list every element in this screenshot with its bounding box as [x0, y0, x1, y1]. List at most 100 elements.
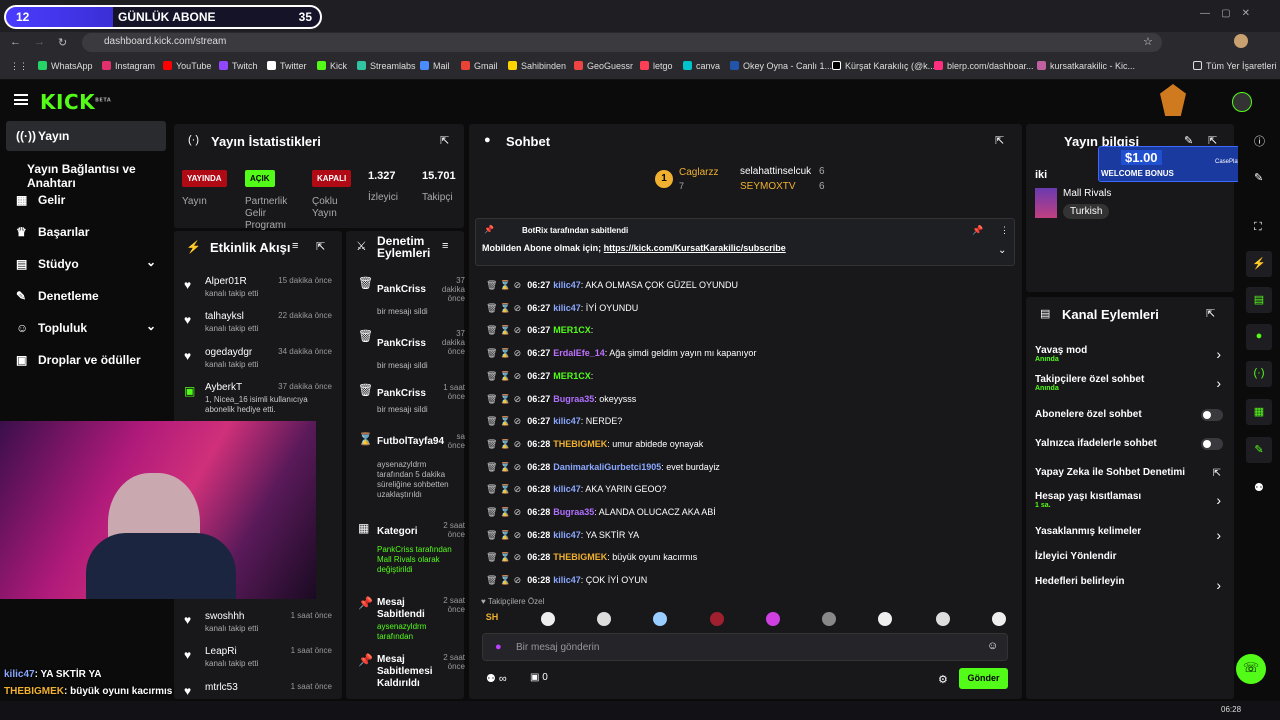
all-bookmarks[interactable]: Tüm Yer İşaretleri — [1193, 61, 1277, 71]
chat-icon[interactable]: ● — [1246, 324, 1272, 350]
bookmark-5[interactable]: Kick — [317, 61, 347, 71]
message-user[interactable]: kilic47 — [553, 416, 581, 426]
unpin-icon[interactable]: 📌 — [972, 225, 983, 236]
gear-icon[interactable]: ⚙ — [938, 673, 948, 686]
sidebar-item-basarilar[interactable]: ♛ Başarılar — [6, 217, 166, 247]
emote[interactable]: SH — [485, 612, 499, 626]
expand-icon[interactable]: ⛶ — [1254, 221, 1262, 234]
channel-action-item[interactable]: Takipçilere özel sohbet Anında › — [1035, 374, 1225, 392]
bookmark-11[interactable]: letgo — [640, 61, 673, 71]
channel-icon[interactable]: ▦ — [1246, 399, 1272, 425]
user-avatar[interactable] — [1232, 92, 1252, 112]
filter-icon[interactable]: ≡ — [292, 240, 298, 252]
menu-icon[interactable] — [14, 94, 28, 105]
bookmark-10[interactable]: GeoGuessr — [574, 61, 633, 71]
star-icon[interactable]: ☆ — [1143, 35, 1153, 48]
popout-icon[interactable]: ⇱ — [995, 134, 1004, 147]
sidebar-item-droplar[interactable]: ▣ Droplar ve ödüller — [6, 345, 166, 375]
filter-icon[interactable]: ≡ — [442, 240, 448, 252]
message-user[interactable]: kilic47 — [553, 484, 581, 494]
kick-logo[interactable]: KICKBETA — [40, 90, 111, 114]
message-user[interactable]: ErdalEfe_14 — [553, 348, 605, 358]
sidebar-item-gelir[interactable]: ▦ Gelir — [6, 185, 166, 215]
sidebar-item-topluluk[interactable]: ☺ Topluluk ⌄ — [6, 313, 166, 343]
sidebar-item-stream-key[interactable]: Yayın Bağlantısı ve Anahtarı — [6, 154, 166, 190]
message-user[interactable]: kilic47 — [553, 303, 581, 313]
more-icon[interactable]: ⋮ — [1000, 225, 1009, 236]
bookmark-4[interactable]: Twitter — [267, 61, 307, 71]
bookmark-6[interactable]: Streamlabs — [357, 61, 416, 71]
mod-action-icons[interactable]: 🗑 ⌛ ⊘ — [486, 280, 521, 290]
message-user[interactable]: Bugraa35 — [553, 394, 594, 404]
address-bar[interactable]: dashboard.kick.com/stream — [82, 33, 1162, 52]
category-name[interactable]: Mall Rivals — [1063, 188, 1111, 199]
profile-avatar[interactable] — [1234, 34, 1248, 48]
emote[interactable] — [710, 612, 724, 626]
forward-icon[interactable]: → — [34, 36, 45, 48]
bookmark-7[interactable]: Mail — [420, 61, 450, 71]
message-user[interactable]: THEBIGMEK — [553, 552, 607, 562]
mod-action-icons[interactable]: 🗑 ⌛ ⊘ — [486, 575, 521, 585]
bookmark-16[interactable]: kursatkarakilic - Kic... — [1037, 61, 1135, 71]
bookmark-9[interactable]: Sahibinden — [508, 61, 566, 71]
edit-icon[interactable]: ✎ — [1254, 171, 1263, 184]
bookmark-15[interactable]: blerp.com/dashboar... — [934, 61, 1034, 71]
bookmark-14[interactable]: Kürşat Karakılıç (@k... — [832, 61, 935, 71]
file-icon[interactable]: ▤ — [1246, 287, 1272, 313]
popout-icon[interactable]: ⇱ — [440, 134, 449, 147]
reload-icon[interactable]: ↻ — [58, 36, 67, 49]
emote[interactable] — [878, 612, 892, 626]
channel-action-item[interactable]: Yavaş mod Anında › — [1035, 345, 1225, 363]
message-user[interactable]: Bugraa35 — [553, 507, 594, 517]
mod-action-icons[interactable]: 🗑 ⌛ ⊘ — [486, 439, 521, 449]
info-icon[interactable]: ⓘ — [1254, 133, 1265, 149]
community-icon[interactable]: ⚉ ∞ — [486, 672, 507, 685]
mod-action-icons[interactable]: 🗑 ⌛ ⊘ — [486, 394, 521, 404]
mod-action-icons[interactable]: 🗑 ⌛ ⊘ — [486, 507, 521, 517]
channel-action-item[interactable]: İzleyici Yönlendir — [1035, 551, 1225, 562]
bookmark-1[interactable]: Instagram — [102, 61, 155, 71]
mic-icon[interactable]: ● — [495, 641, 502, 653]
subscribe-link[interactable]: https://kick.com/KursatKarakilic/subscri… — [604, 243, 786, 253]
message-user[interactable]: kilic47 — [553, 280, 581, 290]
mod-action-icons[interactable]: 🗑 ⌛ ⊘ — [486, 371, 521, 381]
mod-action-icons[interactable]: 🗑 ⌛ ⊘ — [486, 530, 521, 540]
bolt-icon[interactable]: ⚡ — [1246, 251, 1272, 277]
message-user[interactable]: MER1CX — [553, 325, 591, 335]
broadcast-icon[interactable]: (·) — [1246, 361, 1272, 387]
popout-icon[interactable]: ⇱ — [316, 240, 325, 253]
emoji-icon[interactable]: ☺ — [987, 640, 998, 652]
mod-action-icons[interactable]: 🗑 ⌛ ⊘ — [486, 325, 521, 335]
message-user[interactable]: kilic47 — [553, 575, 581, 585]
emote[interactable] — [597, 612, 611, 626]
bookmark-8[interactable]: Gmail — [461, 61, 498, 71]
mod-action-icons[interactable]: 🗑 ⌛ ⊘ — [486, 462, 521, 472]
window-controls[interactable]: — ▢ ✕ — [1200, 8, 1250, 19]
popout-icon[interactable]: ⇱ — [1206, 307, 1215, 320]
channel-action-item[interactable]: Yalnızca ifadelerle sohbet — [1035, 438, 1225, 450]
emote[interactable] — [992, 612, 1006, 626]
bookmark-2[interactable]: YouTube — [163, 61, 211, 71]
chat-input[interactable]: ● Bir mesaj gönderin ☺ — [482, 633, 1008, 661]
wrench-icon[interactable]: ✎ — [1246, 437, 1272, 463]
channel-action-item[interactable]: Hedefleri belirleyin › — [1035, 576, 1225, 593]
emote[interactable] — [822, 612, 836, 626]
bookmark-3[interactable]: Twitch — [219, 61, 258, 71]
channel-action-item[interactable]: Yasaklanmış kelimeler › — [1035, 526, 1225, 543]
channel-action-item[interactable]: Hesap yaşı kısıtlaması 1 sa. › — [1035, 491, 1225, 509]
bookmark-12[interactable]: canva — [683, 61, 720, 71]
mod-action-icons[interactable]: 🗑 ⌛ ⊘ — [486, 416, 521, 426]
emote[interactable] — [653, 612, 667, 626]
message-user[interactable]: DanimarkaliGurbetci1905 — [553, 462, 661, 472]
emote[interactable] — [936, 612, 950, 626]
send-button[interactable]: Gönder — [959, 668, 1008, 689]
apps-icon[interactable]: ⋮⋮ — [10, 61, 28, 72]
toggle-switch[interactable] — [1201, 438, 1223, 450]
message-user[interactable]: kilic47 — [553, 530, 581, 540]
mod-action-icons[interactable]: 🗑 ⌛ ⊘ — [486, 484, 521, 494]
emote[interactable] — [541, 612, 555, 626]
channel-action-item[interactable]: Yapay Zeka ile Sohbet Denetimi ⇱ — [1035, 467, 1225, 479]
support-button[interactable]: ☏ — [1236, 654, 1266, 684]
message-user[interactable]: MER1CX — [553, 371, 591, 381]
chevron-down-icon[interactable]: ⌄ — [998, 245, 1006, 256]
